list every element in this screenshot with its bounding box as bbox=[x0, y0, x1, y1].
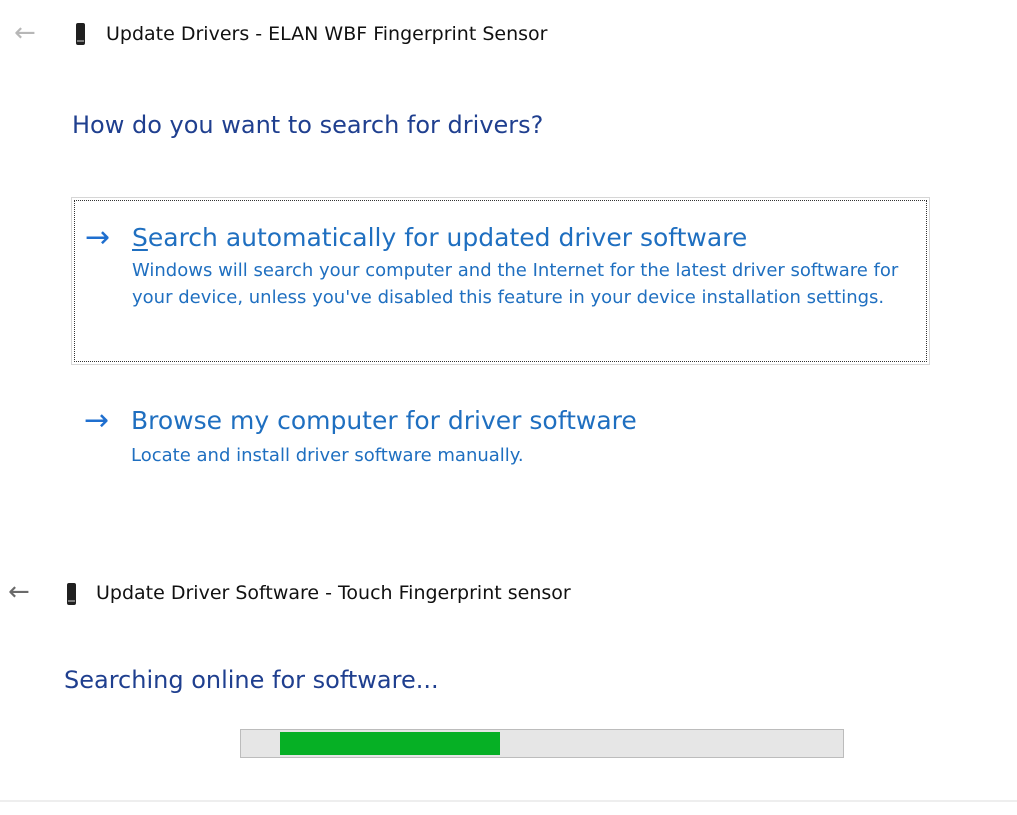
browse-computer-option[interactable]: → Browse my computer for driver software… bbox=[74, 390, 927, 480]
search-automatically-description: Windows will search your computer and th… bbox=[132, 260, 899, 308]
window-title: Update Driver Software - Touch Fingerpri… bbox=[96, 582, 571, 604]
progress-bar-fill bbox=[280, 732, 500, 755]
right-arrow-icon: → bbox=[84, 403, 110, 438]
accelerator-key: S bbox=[132, 223, 148, 252]
progress-bar bbox=[240, 729, 844, 758]
search-status: Searching online for software... bbox=[64, 666, 439, 694]
back-arrow-icon[interactable]: ← bbox=[8, 579, 30, 605]
browse-computer-title[interactable]: Browse my computer for driver software bbox=[131, 406, 637, 435]
page-heading: How do you want to search for drivers? bbox=[72, 111, 544, 139]
back-arrow-icon[interactable]: ← bbox=[14, 20, 36, 46]
window-title: Update Drivers - ELAN WBF Fingerprint Se… bbox=[106, 23, 548, 45]
browse-computer-description: Locate and install driver software manua… bbox=[131, 445, 524, 466]
search-automatically-title[interactable]: Search automatically for updated driver … bbox=[132, 223, 747, 252]
search-automatically-title-text: earch automatically for updated driver s… bbox=[147, 223, 748, 252]
fingerprint-device-icon bbox=[76, 23, 85, 45]
search-automatically-option[interactable]: → Search automatically for updated drive… bbox=[71, 197, 930, 365]
divider bbox=[0, 800, 1017, 802]
fingerprint-device-icon bbox=[67, 583, 76, 605]
right-arrow-icon: → bbox=[85, 220, 111, 255]
